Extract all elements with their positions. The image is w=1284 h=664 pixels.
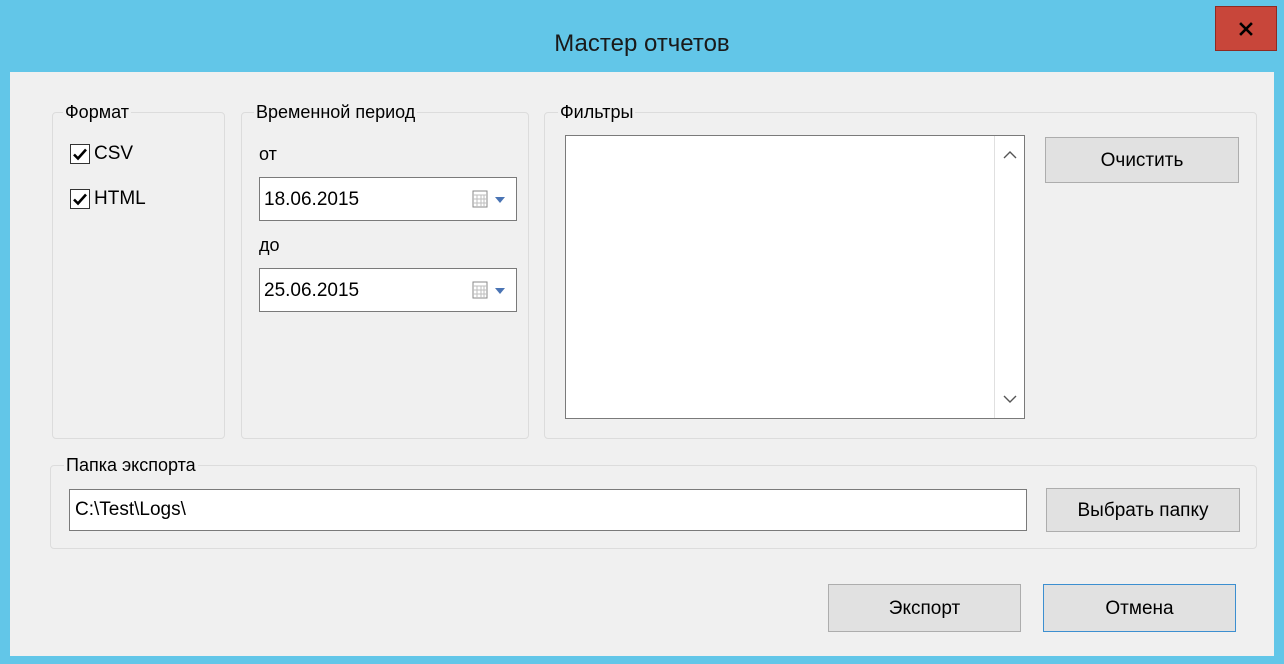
cancel-button[interactable]: Отмена xyxy=(1043,584,1236,632)
to-label: до xyxy=(259,235,280,255)
to-date-picker[interactable]: 25.06.2015 xyxy=(259,268,517,312)
checkmark-icon xyxy=(73,193,87,206)
browse-folder-button[interactable]: Выбрать папку xyxy=(1046,488,1240,532)
csv-checkbox[interactable] xyxy=(70,144,90,164)
export-button[interactable]: Экспорт xyxy=(828,584,1021,632)
checkmark-icon xyxy=(73,148,87,161)
export-folder-legend: Папка экспорта xyxy=(64,454,198,476)
clear-filters-button[interactable]: Очистить xyxy=(1045,137,1239,183)
html-label: HTML xyxy=(94,188,146,209)
chevron-down-icon xyxy=(1003,395,1016,403)
from-date-dropdown[interactable] xyxy=(472,190,506,210)
dialog-client-area: Формат CSV HTML Временной период от 18.0… xyxy=(10,72,1274,656)
format-legend: Формат xyxy=(63,101,131,123)
filters-group: Фильтры Очистить xyxy=(544,101,1257,439)
from-date-picker[interactable]: 18.06.2015 xyxy=(259,177,517,221)
period-group: Временной период от 18.06.2015 до 25.06.… xyxy=(241,101,529,439)
chevron-down-icon xyxy=(495,197,505,203)
scroll-up-button[interactable] xyxy=(995,140,1024,170)
chevron-up-icon xyxy=(1003,151,1016,159)
report-wizard-window: Мастер отчетов Формат CSV HTML Временной… xyxy=(0,0,1284,664)
format-group: Формат CSV HTML xyxy=(52,101,225,439)
calendar-icon xyxy=(472,190,488,208)
close-button[interactable] xyxy=(1215,6,1277,51)
filters-listbox[interactable] xyxy=(565,135,1025,419)
to-date-dropdown[interactable] xyxy=(472,281,506,301)
close-icon xyxy=(1239,21,1253,36)
chevron-down-icon xyxy=(495,288,505,294)
filters-legend: Фильтры xyxy=(558,101,636,123)
scroll-down-button[interactable] xyxy=(995,384,1024,414)
filters-scrollbar[interactable] xyxy=(994,136,1024,418)
csv-checkbox-row[interactable]: CSV xyxy=(70,141,133,167)
html-checkbox[interactable] xyxy=(70,189,90,209)
export-path-field[interactable]: C:\Test\Logs\ xyxy=(69,489,1027,531)
to-date-value: 25.06.2015 xyxy=(264,280,360,301)
export-folder-group: Папка экспорта C:\Test\Logs\ Выбрать пап… xyxy=(50,454,1257,549)
html-checkbox-row[interactable]: HTML xyxy=(70,186,146,212)
calendar-icon xyxy=(472,281,488,299)
from-label: от xyxy=(259,144,277,164)
csv-label: CSV xyxy=(94,143,134,164)
from-date-value: 18.06.2015 xyxy=(264,189,360,210)
period-legend: Временной период xyxy=(254,101,418,123)
